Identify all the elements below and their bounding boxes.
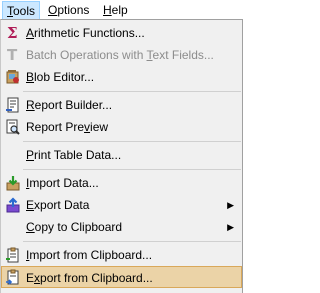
- menu-item-label: Export from Clipboard...: [26, 271, 153, 285]
- menu-item-label: Report Preview: [26, 120, 109, 134]
- menu-item-export-from-clipboard[interactable]: Export from Clipboard...: [1, 266, 242, 288]
- menu-item-copy-to-clipboard[interactable]: Copy to Clipboard ▶: [1, 216, 242, 238]
- menu-item-label: Import from Clipboard...: [26, 248, 153, 262]
- menu-item-label: Export Data: [26, 198, 90, 212]
- menu-separator: [23, 241, 241, 242]
- import-data-icon: [6, 176, 20, 191]
- export-clipboard-icon: [6, 269, 19, 285]
- menu-item-label: Blob Editor...: [26, 70, 95, 84]
- submenu-arrow-icon: ▶: [227, 222, 234, 232]
- report-builder-icon: [6, 97, 19, 113]
- menu-separator: [23, 169, 241, 170]
- menu-item-label: Copy to Clipboard: [26, 220, 123, 234]
- report-preview-icon: [6, 119, 20, 135]
- menu-item-import-data[interactable]: Import Data...: [1, 172, 242, 194]
- menu-help[interactable]: Help: [99, 1, 132, 19]
- sigma-icon: Σ: [7, 24, 18, 42]
- menu-item-label: Arithmetic Functions...: [26, 26, 145, 40]
- text-t-icon: T: [7, 46, 18, 64]
- menu-item-label: Batch Operations with Text Fields...: [26, 48, 214, 62]
- menu-item-label: Print Table Data...: [26, 148, 122, 162]
- export-data-icon: [6, 197, 20, 213]
- menu-item-report-preview[interactable]: Report Preview: [1, 116, 242, 138]
- menu-separator: [23, 91, 241, 92]
- menu-item-print-table-data[interactable]: Print Table Data...: [1, 144, 242, 166]
- menu-item-label: Report Builder...: [26, 98, 113, 112]
- menu-item-arithmetic-functions[interactable]: Σ Arithmetic Functions...: [1, 22, 242, 44]
- menu-item-batch-operations: T Batch Operations with Text Fields...: [1, 44, 242, 66]
- blob-editor-icon: [6, 70, 19, 84]
- menu-item-label: Import Data...: [26, 176, 99, 190]
- menu-options[interactable]: Options: [44, 1, 93, 19]
- submenu-arrow-icon: ▶: [227, 200, 234, 210]
- menu-item-export-data[interactable]: Export Data ▶: [1, 194, 242, 216]
- menu-tools[interactable]: Tools: [2, 1, 40, 19]
- menu-bar: Tools Options Help: [0, 0, 244, 19]
- menu-separator: [23, 141, 241, 142]
- import-clipboard-icon: [6, 247, 19, 263]
- menu-item-report-builder[interactable]: Report Builder...: [1, 94, 242, 116]
- menu-item-blob-editor[interactable]: Blob Editor...: [1, 66, 242, 88]
- menu-item-import-from-clipboard[interactable]: Import from Clipboard...: [1, 244, 242, 266]
- tools-dropdown-menu: Σ Arithmetic Functions... T Batch Operat…: [0, 19, 243, 293]
